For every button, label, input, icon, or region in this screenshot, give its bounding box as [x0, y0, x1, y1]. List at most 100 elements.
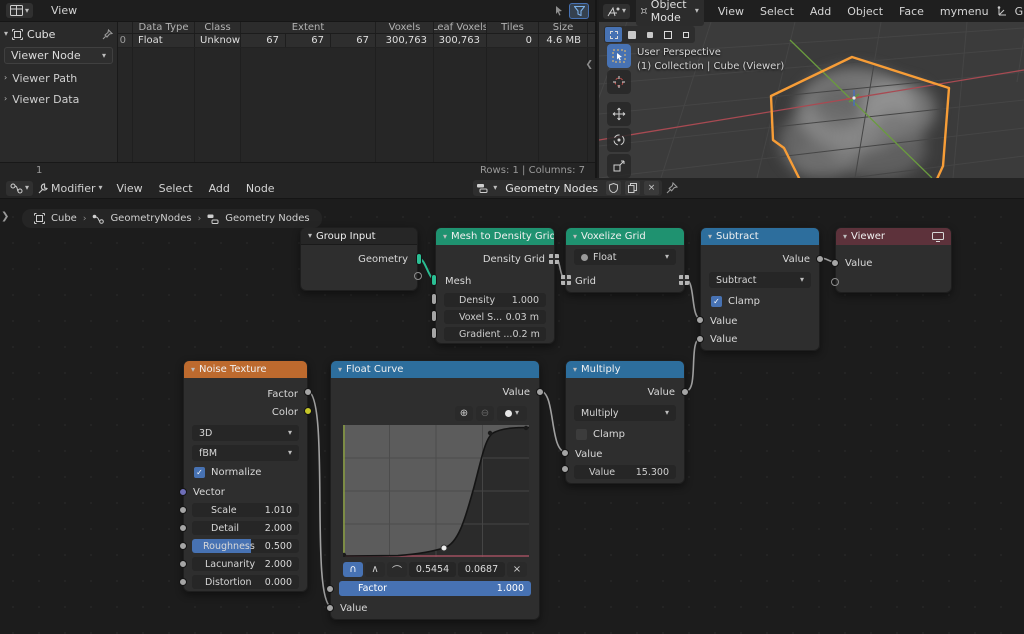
- node-multiply[interactable]: ▾ Multiply Value Multiply ▾ Clamp Value …: [565, 360, 685, 484]
- node-header[interactable]: ▾ Float Curve: [331, 361, 539, 378]
- rotate-tool[interactable]: [607, 128, 631, 152]
- menu-mymenu[interactable]: mymenu: [932, 5, 997, 18]
- menu-face[interactable]: Face: [891, 5, 932, 18]
- select-new-button[interactable]: [605, 27, 622, 42]
- color-output-socket[interactable]: [304, 407, 312, 415]
- handle-auto-button[interactable]: ∩: [343, 562, 363, 577]
- value-field[interactable]: Value 15.300: [574, 465, 676, 479]
- mode-selector[interactable]: Object Mode ▾: [636, 0, 704, 26]
- menu-select[interactable]: Select: [752, 5, 802, 18]
- value-input-socket[interactable]: [831, 259, 839, 267]
- collapse-icon[interactable]: ▾: [191, 366, 195, 374]
- select-subtract-button[interactable]: [641, 27, 658, 42]
- col-header-class[interactable]: Class: [195, 22, 241, 33]
- gradient-width-field[interactable]: Gradient ... 0.2 m: [444, 327, 546, 341]
- value-output-socket[interactable]: [681, 388, 689, 396]
- clamp-checkbox[interactable]: Clamp: [566, 427, 684, 441]
- grid-output-socket[interactable]: [679, 275, 689, 285]
- menu-node[interactable]: Node: [238, 182, 283, 195]
- col-header-tiles[interactable]: Tiles: [487, 22, 539, 33]
- move-tool[interactable]: [607, 102, 631, 126]
- gradient-input-socket[interactable]: [431, 327, 437, 339]
- pin-icon[interactable]: [666, 182, 678, 194]
- node-header[interactable]: ▾ Group Input: [301, 228, 417, 245]
- region-toggle-arrow[interactable]: ❯: [1, 211, 9, 222]
- collapse-icon[interactable]: ▾: [443, 233, 447, 241]
- grid-input-socket[interactable]: [561, 275, 571, 285]
- normalize-checkbox[interactable]: ✓ Normalize: [184, 466, 307, 479]
- detail-input-socket[interactable]: [179, 524, 187, 532]
- menu-view[interactable]: View: [710, 5, 752, 18]
- fake-user-button[interactable]: [606, 181, 621, 195]
- density-field[interactable]: Density 1.000: [444, 293, 546, 307]
- lacunarity-input-socket[interactable]: [179, 560, 187, 568]
- editor-type-button[interactable]: ▾: [6, 3, 33, 18]
- node-header[interactable]: ▾ Mesh to Density Grid: [436, 228, 554, 245]
- handle-auto-clamped-button[interactable]: ⌒: [387, 562, 407, 577]
- virtual-socket[interactable]: [831, 278, 839, 286]
- new-copy-button[interactable]: [625, 181, 640, 195]
- voxel-size-field[interactable]: Voxel S... 0.03 m: [444, 310, 546, 324]
- zoom-in-button[interactable]: ⊕: [455, 406, 473, 421]
- detail-slider[interactable]: Detail 2.000: [192, 521, 299, 535]
- geometry-output-socket[interactable]: [416, 253, 422, 265]
- operation-dropdown[interactable]: Subtract ▾: [709, 272, 811, 288]
- menu-add[interactable]: Add: [201, 182, 238, 195]
- node-header[interactable]: ▾ Multiply: [566, 361, 684, 378]
- modifier-selector[interactable]: Modifier ▾: [37, 182, 103, 195]
- chevron-down-icon[interactable]: ▾: [493, 184, 497, 192]
- node-viewer[interactable]: ▾ Viewer Value: [835, 227, 952, 293]
- collapse-icon[interactable]: ▾: [708, 233, 712, 241]
- curve-widget[interactable]: [343, 425, 529, 557]
- object-row[interactable]: ▾ Cube: [4, 25, 113, 43]
- tweak-select-tool[interactable]: [607, 44, 631, 68]
- value-field-input-socket[interactable]: [561, 465, 569, 473]
- table-row[interactable]: 0 Float Unknown 67 67 67 300,763 300,763…: [118, 34, 595, 48]
- roughness-slider[interactable]: Roughness 0.500: [192, 539, 299, 553]
- factor-output-socket[interactable]: [304, 388, 312, 396]
- density-input-socket[interactable]: [431, 293, 437, 305]
- sidebar-section-viewer-data[interactable]: › Viewer Data: [4, 92, 113, 106]
- delete-point-button[interactable]: ×: [507, 562, 527, 577]
- unlink-button[interactable]: ×: [644, 181, 659, 195]
- collapse-icon[interactable]: ▾: [573, 233, 577, 241]
- menu-view[interactable]: View: [109, 182, 151, 195]
- col-header-extent[interactable]: Extent: [241, 22, 376, 33]
- data-type-dropdown[interactable]: Float ▾: [574, 249, 676, 265]
- collapse-icon[interactable]: ▾: [308, 232, 312, 240]
- menu-object[interactable]: Object: [839, 5, 891, 18]
- scale-tool[interactable]: [607, 154, 631, 178]
- voxel-size-input-socket[interactable]: [431, 310, 437, 322]
- menu-select[interactable]: Select: [151, 182, 201, 195]
- node-tree-name[interactable]: Geometry Nodes: [501, 182, 602, 195]
- noise-type-dropdown[interactable]: fBM ▾: [192, 445, 299, 461]
- grid-output-socket[interactable]: [549, 254, 559, 264]
- vector-input-socket[interactable]: [179, 488, 187, 496]
- col-header-size[interactable]: Size: [539, 22, 588, 33]
- value-input-socket-1[interactable]: [696, 316, 704, 324]
- col-header-voxels[interactable]: Voxels: [376, 22, 434, 33]
- breadcrumb-modifier[interactable]: GeometryNodes: [110, 213, 191, 224]
- distortion-input-socket[interactable]: [179, 578, 187, 586]
- roughness-input-socket[interactable]: [179, 542, 187, 550]
- viewport-3d[interactable]: ▾ Object Mode ▾ View Select Add Object F…: [599, 0, 1024, 178]
- handle-vector-button[interactable]: ∧: [365, 562, 385, 577]
- value-input-socket[interactable]: [561, 449, 569, 457]
- pin-icon[interactable]: [102, 29, 113, 40]
- collapse-icon[interactable]: ▾: [573, 366, 577, 374]
- node-tree-icon[interactable]: [476, 183, 489, 194]
- node-noise-texture[interactable]: ▾ Noise Texture Factor Color 3D ▾ fBM ▾ …: [183, 360, 308, 592]
- distortion-slider[interactable]: Distortion 0.000: [192, 575, 299, 589]
- scale-slider[interactable]: Scale 1.010: [192, 503, 299, 517]
- node-float-curve[interactable]: ▾ Float Curve Value ⊕ ⊖ ▾: [330, 360, 540, 620]
- cursor-tool[interactable]: [607, 70, 631, 94]
- breadcrumb-object[interactable]: Cube: [51, 213, 77, 224]
- scale-input-socket[interactable]: [179, 506, 187, 514]
- node-header[interactable]: ▾ Subtract: [701, 228, 819, 245]
- value-input-socket-2[interactable]: [696, 335, 704, 343]
- node-group-input[interactable]: ▾ Group Input Geometry: [300, 227, 418, 291]
- node-header[interactable]: ▾ Voxelize Grid: [566, 228, 684, 245]
- value-output-socket[interactable]: [536, 388, 544, 396]
- mesh-input-socket[interactable]: [431, 274, 437, 286]
- point-x-field[interactable]: 0.5454: [409, 562, 456, 577]
